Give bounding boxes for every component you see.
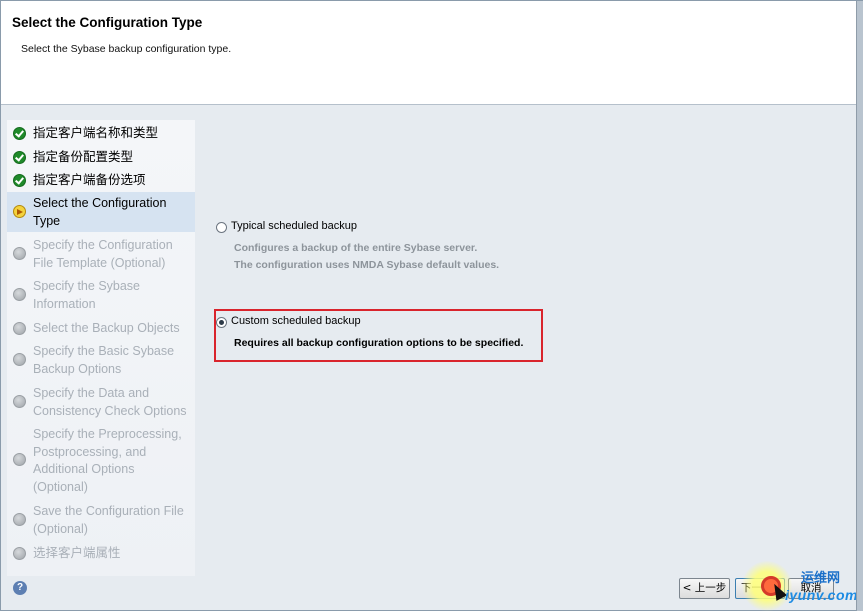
window-right-edge — [856, 1, 863, 611]
check-icon — [13, 174, 26, 187]
custom-backup-radio[interactable] — [216, 317, 227, 328]
step-label: Specify the Configuration File Template … — [33, 238, 173, 270]
pending-icon — [13, 247, 26, 260]
wizard-steps-panel: 指定客户端名称和类型 指定备份配置类型 指定客户端备份选项 Select the… — [7, 120, 195, 576]
step-label: Specify the Sybase Information — [33, 279, 141, 311]
step-label: Specify the Preprocessing, Postprocessin… — [33, 427, 182, 494]
step-label: 指定客户端名称和类型 — [33, 126, 159, 140]
pending-icon — [13, 547, 26, 560]
check-icon — [13, 151, 26, 164]
step-item: Specify the Data and Consistency Check O… — [7, 384, 195, 424]
step-label: 选择客户端属性 — [33, 546, 121, 560]
step-item: 指定备份配置类型 — [7, 148, 195, 168]
step-label: Select the Backup Objects — [33, 321, 180, 335]
pending-icon — [13, 513, 26, 526]
step-item: Specify the Preprocessing, Postprocessin… — [7, 425, 195, 499]
step-label: 指定客户端备份选项 — [33, 173, 146, 187]
custom-backup-desc: Requires all backup configuration option… — [234, 337, 524, 349]
page-title: Select the Configuration Type — [12, 15, 203, 30]
check-icon — [13, 127, 26, 140]
typical-backup-radio[interactable] — [216, 222, 227, 233]
step-label: Specify the Basic Sybase Backup Options — [33, 344, 175, 376]
custom-backup-label[interactable]: Custom scheduled backup — [231, 315, 361, 327]
page-subtitle: Select the Sybase backup configuration t… — [21, 43, 232, 55]
back-button[interactable]: < 上一步 — [679, 578, 730, 599]
pending-icon — [13, 353, 26, 366]
step-label: Specify the Data and Consistency Check O… — [33, 386, 187, 418]
wizard-header: Select the Configuration Type Select the… — [1, 1, 856, 105]
watermark-text-bottom: iyunv.com — [785, 587, 858, 603]
pending-icon — [13, 322, 26, 335]
arrow-icon — [13, 205, 26, 218]
step-item: Select the Backup Objects — [7, 319, 195, 339]
step-label: 指定备份配置类型 — [33, 150, 134, 164]
help-icon[interactable]: ? — [13, 581, 27, 595]
step-item: 指定客户端备份选项 — [7, 171, 195, 191]
step-item: Specify the Basic Sybase Backup Options — [7, 342, 195, 382]
pending-icon — [13, 288, 26, 301]
step-item-current: Select the Configuration Type — [7, 192, 195, 232]
step-label: Select the Configuration Type — [33, 196, 167, 228]
pending-icon — [13, 453, 26, 466]
typical-backup-desc: Configures a backup of the entire Sybase… — [234, 242, 500, 271]
step-item: Save the Configuration File (Optional) — [7, 502, 195, 542]
step-item: 指定客户端名称和类型 — [7, 124, 195, 144]
step-item: 选择客户端属性 — [7, 544, 195, 564]
step-item: Specify the Configuration File Template … — [7, 236, 195, 276]
step-item: Specify the Sybase Information — [7, 277, 195, 317]
wizard-window: Select the Configuration Type Select the… — [0, 0, 863, 611]
pending-icon — [13, 395, 26, 408]
watermark-text-top: 运维网 — [801, 571, 841, 586]
typical-backup-label[interactable]: Typical scheduled backup — [231, 220, 357, 232]
step-label: Save the Configuration File (Optional) — [33, 504, 184, 536]
